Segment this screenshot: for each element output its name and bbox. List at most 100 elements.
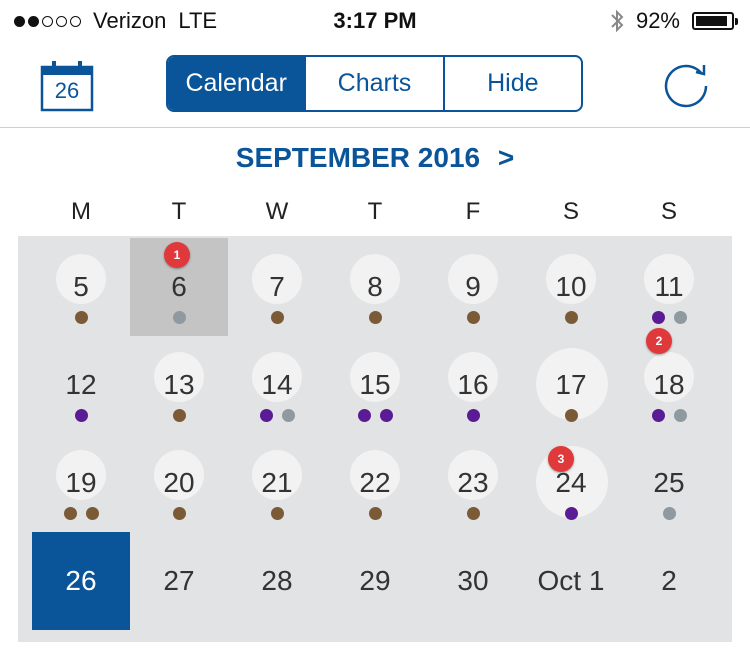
event-dot-brown bbox=[85, 507, 99, 520]
event-dot-brown bbox=[368, 311, 382, 324]
tab-hide[interactable]: Hide bbox=[442, 57, 581, 110]
event-dots bbox=[32, 311, 130, 324]
bluetooth-icon bbox=[611, 9, 624, 33]
event-dots bbox=[32, 507, 130, 520]
notification-badge[interactable]: 1 bbox=[164, 242, 190, 268]
refresh-icon bbox=[664, 64, 708, 108]
event-dot-purple bbox=[379, 409, 393, 422]
calendar-day-cell[interactable]: 9 bbox=[424, 238, 522, 336]
event-dot-gray bbox=[662, 507, 676, 520]
event-dot-gray bbox=[281, 409, 295, 422]
day-number: 10 bbox=[555, 271, 587, 302]
event-dot-purple bbox=[74, 409, 88, 422]
status-right: 92% bbox=[610, 8, 738, 34]
event-dot-purple bbox=[564, 507, 578, 520]
event-dot-brown bbox=[270, 311, 284, 324]
event-dot-brown bbox=[466, 311, 480, 324]
day-number: 11 bbox=[654, 271, 684, 302]
calendar-day-cell[interactable]: 18 bbox=[620, 336, 718, 434]
day-number: 18 bbox=[653, 369, 685, 400]
month-title: SEPTEMBER 2016 bbox=[235, 142, 481, 173]
event-dot-brown bbox=[74, 311, 88, 324]
day-number: 25 bbox=[653, 467, 685, 498]
day-number: 6 bbox=[171, 271, 187, 302]
calendar-day-cell[interactable]: 25 bbox=[620, 434, 718, 532]
calendar-day-cell[interactable]: 21 bbox=[228, 434, 326, 532]
calendar-day-cell[interactable]: 11 2 bbox=[620, 238, 718, 354]
notification-badge[interactable]: 3 bbox=[548, 446, 574, 472]
calendar-day-cell[interactable]: 12 bbox=[32, 336, 130, 434]
event-dot-purple bbox=[357, 409, 371, 422]
calendar-day-cell[interactable]: 24 3 bbox=[522, 434, 620, 532]
calendar-day-cell[interactable]: 30 bbox=[424, 532, 522, 630]
weekday-header-row: M T W T F S S bbox=[32, 198, 718, 226]
event-dots bbox=[32, 409, 130, 422]
calendar-day-cell[interactable]: 14 bbox=[228, 336, 326, 434]
tab-calendar[interactable]: Calendar bbox=[168, 57, 305, 110]
refresh-button[interactable] bbox=[658, 60, 716, 112]
day-number: 12 bbox=[65, 369, 97, 400]
calendar-day-cell[interactable]: 8 bbox=[326, 238, 424, 336]
event-dots bbox=[424, 311, 522, 324]
calendar-day-cell[interactable]: 19 bbox=[32, 434, 130, 532]
weekday-saturday: S bbox=[562, 198, 579, 225]
next-month-icon[interactable]: > bbox=[498, 142, 514, 173]
calendar-icon-day: 26 bbox=[54, 78, 80, 103]
calendar-icon[interactable]: 26 bbox=[40, 60, 94, 112]
day-number: 16 bbox=[457, 369, 489, 400]
calendar-day-cell[interactable]: 13 bbox=[130, 336, 228, 434]
tab-charts[interactable]: Charts bbox=[304, 57, 442, 110]
calendar-day-cell[interactable]: Oct 1 bbox=[522, 532, 620, 630]
calendar-day-cell[interactable]: 7 bbox=[228, 238, 326, 336]
day-number: 7 bbox=[269, 271, 285, 302]
event-dot-brown bbox=[172, 409, 186, 422]
view-segmented-control: Calendar Charts Hide bbox=[166, 55, 583, 112]
day-number: 27 bbox=[163, 565, 195, 596]
calendar-day-cell[interactable]: 16 bbox=[424, 336, 522, 434]
day-number: 5 bbox=[73, 271, 89, 302]
event-dot-brown bbox=[368, 507, 382, 520]
calendar-day-cell[interactable]: 26 bbox=[32, 532, 130, 630]
event-dot-brown bbox=[270, 507, 284, 520]
calendar-day-cell[interactable]: 27 bbox=[130, 532, 228, 630]
calendar-day-cell[interactable]: 10 bbox=[522, 238, 620, 336]
status-bar: Verizon LTE 3:17 PM 92% bbox=[0, 0, 750, 40]
weekday-friday: F bbox=[465, 198, 481, 225]
calendar-day-cell[interactable]: 2 bbox=[620, 532, 718, 630]
battery-percent: 92% bbox=[635, 8, 680, 33]
day-number: 28 bbox=[261, 565, 293, 596]
event-dots bbox=[130, 507, 228, 520]
day-number: 8 bbox=[367, 271, 383, 302]
event-dot-brown bbox=[564, 409, 578, 422]
event-dot-brown bbox=[63, 507, 77, 520]
notification-badge[interactable]: 2 bbox=[646, 328, 672, 354]
day-number: 26 bbox=[65, 565, 97, 596]
month-header: SEPTEMBER 2016 > bbox=[0, 142, 750, 174]
event-dot-brown bbox=[564, 311, 578, 324]
day-number: 22 bbox=[359, 467, 391, 498]
event-dots bbox=[130, 409, 228, 422]
calendar-day-cell[interactable]: 28 bbox=[228, 532, 326, 630]
calendar-day-cell[interactable]: 61 bbox=[130, 238, 228, 336]
event-dot-purple bbox=[466, 409, 480, 422]
calendar-day-cell[interactable]: 5 bbox=[32, 238, 130, 336]
day-number: 19 bbox=[65, 467, 97, 498]
calendar-day-cell[interactable]: 15 bbox=[326, 336, 424, 434]
day-number: Oct 1 bbox=[537, 565, 605, 596]
calendar-day-cell[interactable]: 29 bbox=[326, 532, 424, 630]
calendar-day-cell[interactable]: 23 bbox=[424, 434, 522, 532]
day-number: 15 bbox=[359, 369, 391, 400]
event-dots bbox=[522, 311, 620, 324]
day-number: 21 bbox=[261, 467, 293, 498]
calendar-day-cell[interactable]: 22 bbox=[326, 434, 424, 532]
battery-icon bbox=[692, 12, 738, 30]
weekday-thursday: T bbox=[367, 198, 383, 225]
calendar-day-cell[interactable]: 20 bbox=[130, 434, 228, 532]
event-dot-gray bbox=[673, 311, 687, 324]
event-dots bbox=[424, 409, 522, 422]
day-number: 13 bbox=[163, 369, 195, 400]
event-dot-brown bbox=[172, 507, 186, 520]
calendar-day-cell[interactable]: 17 bbox=[522, 336, 620, 434]
event-dot-purple bbox=[651, 311, 665, 324]
event-dot-gray bbox=[172, 311, 186, 324]
